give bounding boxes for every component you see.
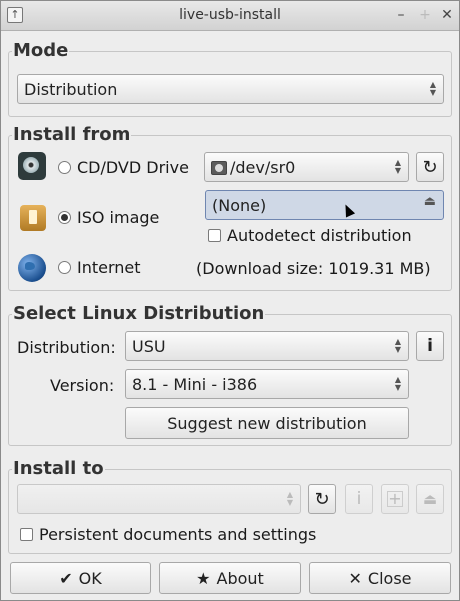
cd-dvd-label[interactable]: CD/DVD Drive [77, 158, 189, 177]
internet-label[interactable]: Internet [77, 258, 141, 277]
refresh-icon: ↻ [314, 488, 330, 510]
select-arrows-icon: ▲ ▼ [394, 375, 401, 392]
distribution-select-value: USU [132, 337, 166, 356]
x-icon: ✕ [348, 568, 362, 588]
iso-file-value: (None) [212, 196, 267, 215]
persistent-label[interactable]: Persistent documents and settings [39, 525, 316, 544]
select-arrows-icon: ▲ ▼ [429, 80, 436, 97]
drive-select-content: /dev/sr0 [211, 158, 295, 177]
window-title: live-usb-install [179, 7, 281, 23]
iso-image-icon [20, 205, 46, 231]
internet-globe-icon [18, 254, 46, 282]
version-label: Version: [50, 376, 115, 395]
star-icon: ★ [196, 568, 211, 588]
close-label: Close [367, 568, 412, 588]
distribution-info-button[interactable]: i [416, 331, 444, 361]
iso-image-radio[interactable] [58, 211, 71, 224]
refresh-icon: ↻ [422, 156, 438, 178]
mode-select-value: Distribution [24, 80, 118, 99]
iso-image-label[interactable]: ISO image [77, 208, 159, 227]
add-target-button[interactable]: + [381, 484, 409, 514]
version-select-value: 8.1 - Mini - i386 [132, 375, 258, 394]
drive-select-value: /dev/sr0 [230, 158, 296, 177]
suggest-distribution-label: Suggest new distribution [167, 413, 367, 433]
eject-target-button[interactable]: ⏏ [416, 484, 444, 514]
eject-icon: ⏏ [422, 490, 438, 508]
info-icon: i [356, 489, 362, 509]
autodetect-checkbox[interactable] [208, 229, 221, 242]
app-window: ↑ live-usb-install – + ✕ Mode Distributi… [0, 0, 460, 601]
check-icon: ✔ [59, 568, 73, 588]
select-arrows-icon: ▲ ▼ [394, 158, 401, 175]
close-window-icon[interactable]: ✕ [439, 7, 455, 23]
select-distro-title: Select Linux Distribution [12, 303, 266, 324]
distribution-select[interactable]: USU ▲ ▼ [125, 331, 409, 361]
info-icon: i [427, 336, 433, 356]
plus-icon: + [387, 489, 403, 508]
install-to-title: Install to [12, 458, 105, 479]
autodetect-label[interactable]: Autodetect distribution [227, 226, 412, 245]
refresh-drives-button[interactable]: ↻ [416, 152, 444, 182]
maximize-icon[interactable]: + [417, 7, 433, 23]
close-button[interactable]: ✕ Close [309, 562, 451, 594]
refresh-targets-button[interactable]: ↻ [308, 484, 336, 514]
target-device-select[interactable]: ▲ ▼ [17, 484, 301, 514]
download-size-text: (Download size: 1019.31 MB) [196, 259, 431, 278]
select-arrows-icon: ▲ ▼ [394, 337, 401, 354]
iso-file-select[interactable]: (None) ⏏ [205, 190, 444, 220]
drive-icon [211, 161, 227, 175]
internet-radio[interactable] [58, 261, 71, 274]
target-info-button[interactable]: i [345, 484, 373, 514]
title-bar[interactable]: ↑ live-usb-install – + ✕ [1, 1, 459, 31]
about-label: About [216, 568, 264, 588]
persistent-checkbox[interactable] [20, 528, 33, 541]
mode-title: Mode [12, 40, 70, 61]
select-arrows-icon: ▲ ▼ [286, 490, 293, 507]
distribution-label: Distribution: [17, 338, 116, 357]
mode-select[interactable]: Distribution ▲ ▼ [17, 74, 444, 104]
ok-button[interactable]: ✔ OK [10, 562, 151, 594]
drive-select[interactable]: /dev/sr0 ▲ ▼ [204, 152, 409, 182]
version-select[interactable]: 8.1 - Mini - i386 ▲ ▼ [125, 369, 409, 399]
about-button[interactable]: ★ About [159, 562, 301, 594]
eject-icon: ⏏ [423, 194, 436, 209]
cd-dvd-icon [18, 152, 46, 180]
suggest-distribution-button[interactable]: Suggest new distribution [125, 407, 409, 439]
ok-label: OK [78, 568, 102, 588]
cd-dvd-radio[interactable] [58, 161, 71, 174]
minimize-icon[interactable]: – [393, 7, 409, 23]
install-from-title: Install from [12, 124, 132, 145]
